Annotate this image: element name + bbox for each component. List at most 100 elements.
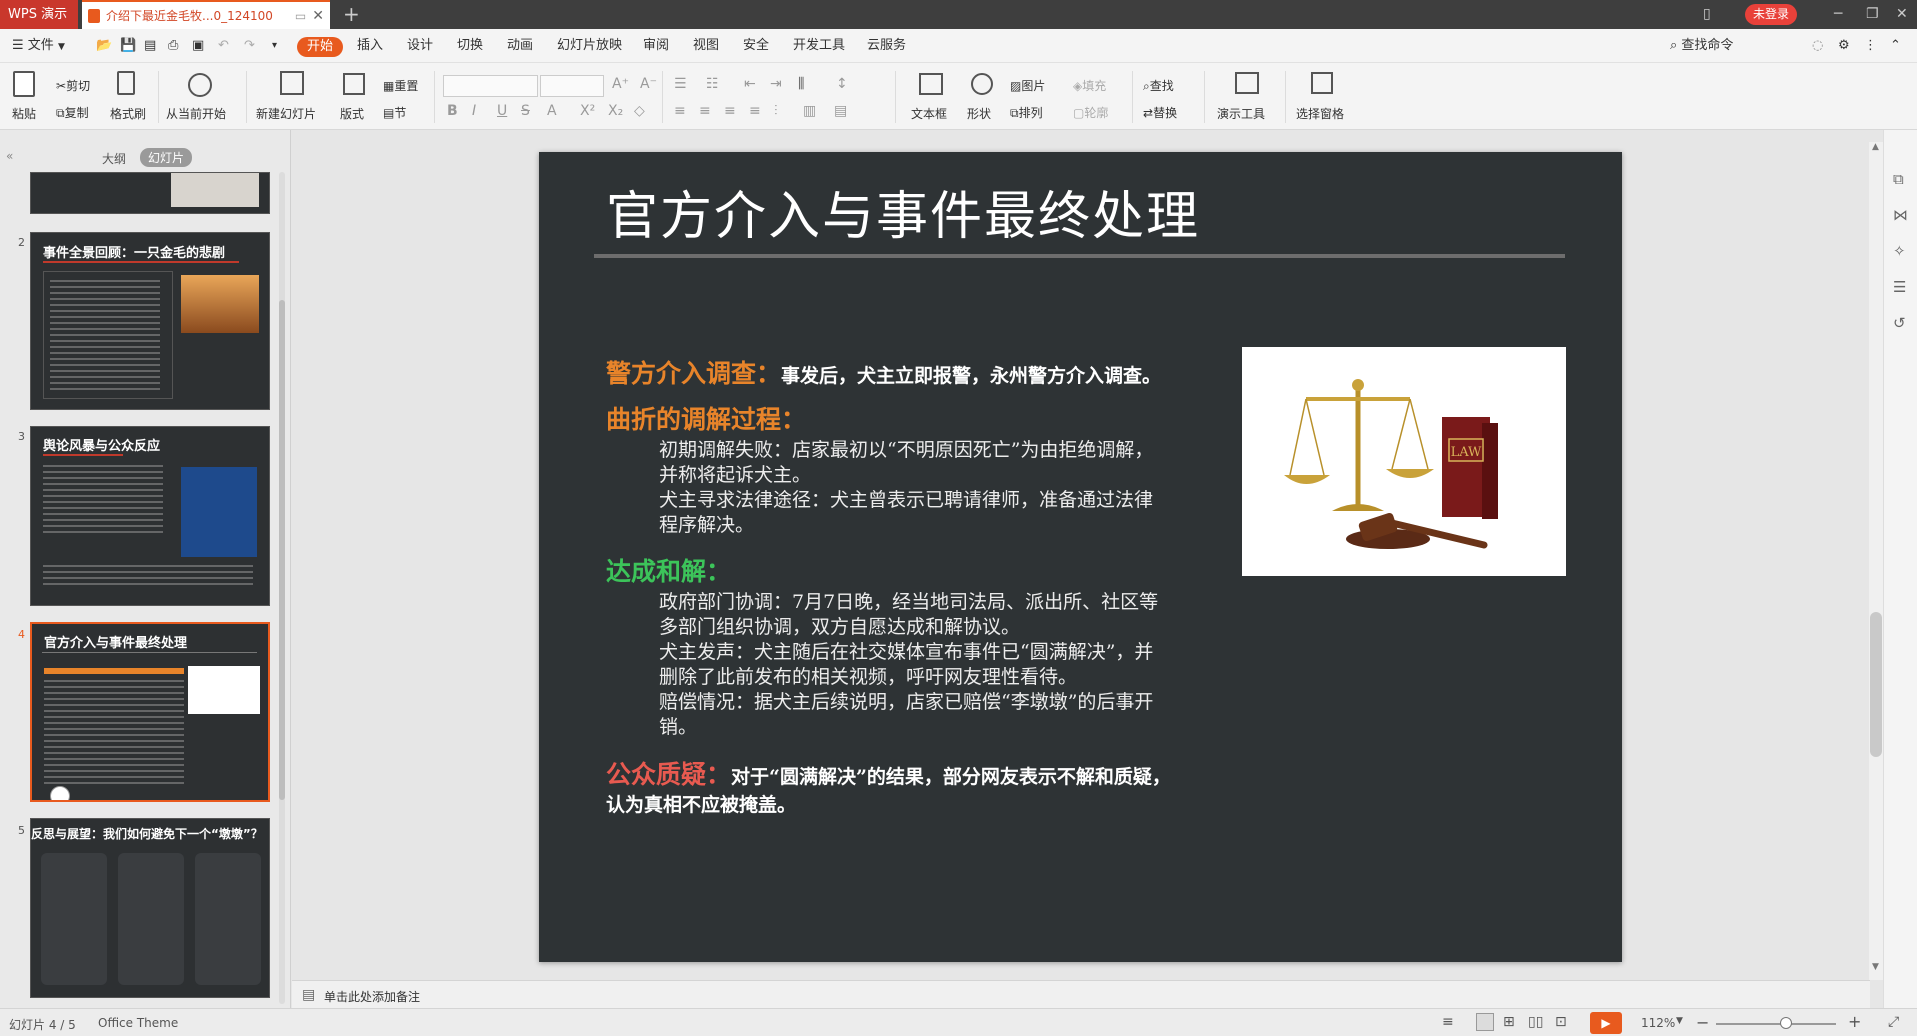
vertical-scrollbar-thumb[interactable] <box>1870 612 1882 757</box>
layout-icon[interactable] <box>343 73 365 95</box>
slide-title[interactable]: 官方介入与事件最终处理 <box>606 174 1200 249</box>
mediation-heading[interactable]: 曲折的调解过程： <box>606 400 806 436</box>
menu-tab-developer[interactable]: 开发工具 <box>793 29 845 63</box>
zoom-dropdown-icon[interactable]: ▼ <box>1676 1016 1683 1026</box>
slide-canvas[interactable]: 官方介入与事件最终处理 警方介入调查：事发后，犬主立即报警，永州警方介入调查。 … <box>539 152 1622 962</box>
menu-tab-transition[interactable]: 切换 <box>457 29 483 63</box>
fill-button[interactable]: ◈填充 <box>1073 77 1106 94</box>
justify-icon[interactable]: ≡ <box>749 103 761 119</box>
font-size-select[interactable] <box>540 75 604 97</box>
align-left-icon[interactable]: ≡ <box>674 103 686 119</box>
zoom-in-icon[interactable]: + <box>1848 1012 1861 1031</box>
new-tab-icon[interactable]: + <box>343 0 360 29</box>
increase-indent-icon[interactable]: ⇥ <box>770 76 782 92</box>
font-name-select[interactable] <box>443 75 538 97</box>
reset-button[interactable]: ▦重置 <box>383 77 418 94</box>
textbox-button[interactable]: 文本框 <box>911 105 947 122</box>
document-tab[interactable]: 介绍下最近金毛牧...0_124100 ▭ ✕ <box>82 0 330 29</box>
shape-button[interactable]: 形状 <box>967 105 991 122</box>
clear-format-icon[interactable]: ◇ <box>634 103 645 119</box>
subscript-icon[interactable]: X₂ <box>608 103 623 119</box>
find-button[interactable]: ⌕查找 <box>1143 77 1174 94</box>
scroll-up-icon[interactable]: ▲ <box>1872 142 1879 152</box>
quick-access-dropdown-icon[interactable]: ▾ <box>272 29 277 63</box>
slide-thumbnail-1[interactable] <box>30 172 270 214</box>
settings-icon[interactable]: ⚙ <box>1838 29 1850 63</box>
menu-tab-start[interactable]: 开始 <box>297 37 343 57</box>
layout-button[interactable]: 版式 <box>340 105 364 122</box>
shape-icon[interactable] <box>971 73 993 95</box>
paste-button[interactable]: 粘贴 <box>12 105 36 122</box>
copy-button[interactable]: ⧉复制 <box>56 104 89 121</box>
minimize-icon[interactable]: ─ <box>1834 0 1842 29</box>
history-icon[interactable]: ↺ <box>1893 314 1906 332</box>
slide-sorter-icon[interactable]: ⊞ <box>1503 1014 1515 1030</box>
zoom-level[interactable]: 112% <box>1641 1016 1675 1030</box>
play-slideshow-button[interactable]: ▶ <box>1590 1012 1622 1034</box>
close-window-icon[interactable]: ✕ <box>1896 0 1908 29</box>
slide-thumbnail-2[interactable]: 事件全景回顾：一只金毛的悲剧 <box>30 232 270 410</box>
notes-toggle-icon[interactable]: ≡ <box>1442 1014 1454 1030</box>
slide-thumbnail-5[interactable]: 反思与展望：我们如何避免下一个“墩墩”？ <box>30 818 270 998</box>
collapse-panel-icon[interactable]: « <box>6 149 13 163</box>
selection-pane-icon[interactable] <box>1311 72 1333 94</box>
search-command[interactable]: ⌕ 查找命令 <box>1670 29 1733 63</box>
zoom-slider-handle[interactable] <box>1780 1017 1792 1029</box>
text-align-icon[interactable]: ▤ <box>834 103 847 119</box>
menu-tab-design[interactable]: 设计 <box>407 29 433 63</box>
tab-restore-icon[interactable]: ▭ <box>295 9 306 23</box>
redo-icon[interactable]: ↷ <box>244 29 255 63</box>
menu-tab-review[interactable]: 审阅 <box>643 29 669 63</box>
design-icon[interactable]: ⧉ <box>1893 170 1904 188</box>
login-button[interactable]: 未登录 <box>1745 4 1797 25</box>
tab-slides[interactable]: 幻灯片 <box>140 148 193 167</box>
slide-thumbnail-4[interactable]: 官方介入与事件最终处理 <box>30 622 270 802</box>
window-mode-icon[interactable]: ▯ <box>1703 0 1711 29</box>
superscript-icon[interactable]: X² <box>580 103 595 119</box>
magic-icon[interactable]: ✧ <box>1893 242 1906 260</box>
picture-button[interactable]: ▨图片 <box>1010 77 1045 94</box>
text-direction-icon[interactable]: ⫼ <box>798 76 804 92</box>
selection-pane-button[interactable]: 选择窗格 <box>1296 105 1344 122</box>
menu-tab-insert[interactable]: 插入 <box>357 29 383 63</box>
menu-tab-slideshow[interactable]: 幻灯片放映 <box>557 29 622 63</box>
more-icon[interactable]: ⋮ <box>1864 29 1877 63</box>
arrange-button[interactable]: ⧉排列 <box>1010 104 1043 121</box>
theme-name[interactable]: Office Theme <box>98 1016 178 1030</box>
presentation-tools-button[interactable]: 演示工具 <box>1217 105 1265 122</box>
distribute-icon[interactable]: ⫶ <box>774 103 778 119</box>
collapse-ribbon-icon[interactable]: ⌃ <box>1890 29 1901 63</box>
menu-tab-view[interactable]: 视图 <box>693 29 719 63</box>
menu-tab-animation[interactable]: 动画 <box>507 29 533 63</box>
notes-pane[interactable]: ▤ 单击此处添加备注 <box>292 980 1870 1010</box>
settlement-heading[interactable]: 达成和解： <box>606 552 731 588</box>
bullet-list-icon[interactable]: ☰ <box>674 76 687 92</box>
tab-close-icon[interactable]: ✕ <box>312 8 324 24</box>
save-icon[interactable]: 💾 <box>120 29 136 63</box>
reading-view-icon[interactable]: ▯▯ <box>1528 1014 1543 1030</box>
comment-icon[interactable]: ◌ <box>1812 29 1823 63</box>
open-icon[interactable]: 📂 <box>96 29 112 63</box>
zoom-slider-track[interactable] <box>1716 1023 1836 1025</box>
normal-view-icon[interactable] <box>1476 1013 1494 1031</box>
column-icon[interactable]: ▥ <box>803 103 816 119</box>
fit-window-icon[interactable]: ⤢ <box>1888 1014 1899 1030</box>
replace-button[interactable]: ⇄替换 <box>1143 104 1177 121</box>
play-animation-icon[interactable] <box>50 786 70 800</box>
share-icon[interactable]: ⋈ <box>1893 206 1908 224</box>
file-menu[interactable]: ☰ 文件 ▼ <box>12 29 65 63</box>
clipboard-icon[interactable] <box>13 71 35 97</box>
decrease-indent-icon[interactable]: ⇤ <box>744 76 756 92</box>
undo-icon[interactable]: ↶ <box>218 29 229 63</box>
vertical-scrollbar[interactable] <box>1869 142 1883 980</box>
presenter-view-icon[interactable]: ⊡ <box>1555 1014 1567 1030</box>
decrease-font-icon[interactable]: A⁻ <box>640 76 657 92</box>
police-paragraph[interactable]: 警方介入调查：事发后，犬主立即报警，永州警方介入调查。 <box>606 354 1161 390</box>
cut-button[interactable]: ✂剪切 <box>56 77 90 94</box>
numbered-list-icon[interactable]: ☷ <box>706 76 719 92</box>
slide-thumbnail-3[interactable]: 舆论风暴与公众反应 <box>30 426 270 606</box>
strikethrough-icon[interactable]: S <box>521 103 530 119</box>
textbox-icon[interactable] <box>919 73 943 95</box>
new-slide-icon[interactable] <box>280 71 304 95</box>
law-scales-image[interactable]: LAW <box>1242 347 1566 576</box>
